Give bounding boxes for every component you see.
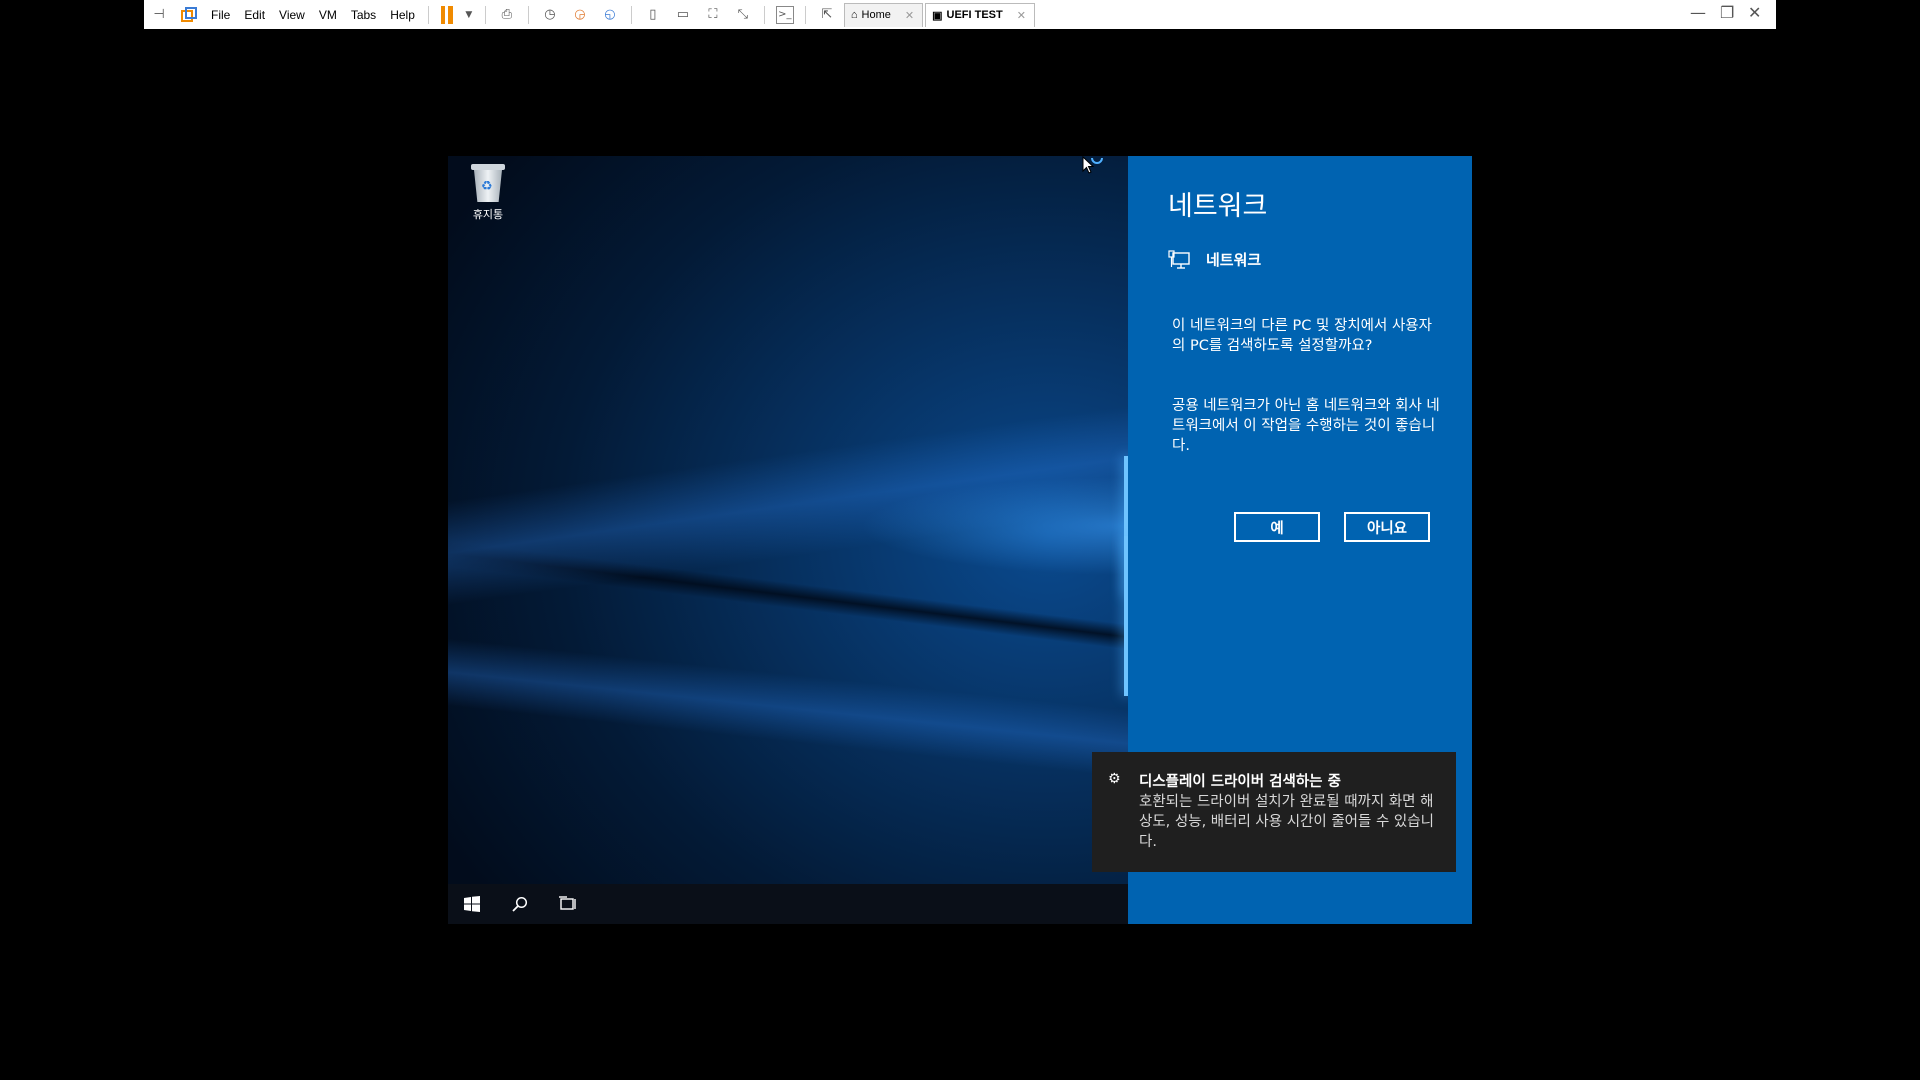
vm-icon: ▣ [932,9,943,22]
restore-icon[interactable]: ❐ [1720,3,1734,22]
start-icon[interactable] [462,894,482,914]
snapshot-manager-icon[interactable]: ◵ [600,5,620,25]
network-name: 네트워크 [1206,251,1262,269]
toast-title: 디스플레이 드라이버 검색하는 중 [1139,774,1341,790]
tab-label: Home [861,9,891,21]
pause-icon[interactable] [440,5,453,24]
close-tab-icon[interactable]: ✕ [905,9,914,22]
thumbnail-bar-icon[interactable]: ▭ [673,5,693,25]
separator [804,5,806,24]
unpin-icon[interactable]: ⊣ [149,5,169,25]
recycle-bin-icon: ♻ [471,164,505,202]
settings-gear-icon: ⚙ [1108,771,1121,787]
send-ctrl-alt-del-icon[interactable]: ⎙ [497,5,517,25]
revert-snapshot-icon[interactable]: ◶ [570,5,590,25]
discovery-advice: 공용 네트워크가 아닌 홈 네트워크와 회사 네트워크에서 이 작업을 수행하는… [1172,398,1440,454]
panel-title: 네트워크 [1168,191,1268,222]
stretch-guest-icon[interactable]: ⇱ [817,5,837,25]
menu-edit[interactable]: Edit [237,8,272,22]
menu-vm[interactable]: VM [312,8,344,22]
tab-home[interactable]: ⌂ Home ✕ [843,2,924,27]
toast-body: 호환되는 드라이버 설치가 완료될 때까지 화면 해상도, 성능, 배터리 사용… [1139,794,1434,850]
no-button[interactable]: 아니요 [1344,512,1430,542]
taskbar [448,884,1128,924]
yes-button[interactable]: 예 [1234,512,1320,542]
task-view-icon[interactable] [558,894,578,914]
separator [427,5,429,24]
recycle-bin[interactable]: ♻ 휴지통 [458,164,518,222]
unity-icon[interactable]: ⤡ [733,5,753,25]
separator [630,5,632,24]
ethernet-icon [1168,249,1190,269]
home-icon: ⌂ [850,9,858,21]
notification-toast[interactable]: ⚙ 디스플레이 드라이버 검색하는 중 호환되는 드라이버 설치가 완료될 때까… [1092,752,1456,872]
separator [527,5,529,24]
dropdown-arrow-icon[interactable]: ▼ [464,5,474,25]
vm-guest-screen[interactable]: ♻ 휴지통 네트워크 네트워크 이 네트워크의 다른 PC 및 장치에서 사용자… [448,156,1472,924]
separator [763,5,765,24]
windows-desktop[interactable]: ♻ 휴지통 [448,156,1128,924]
tab-label: UEFI TEST [946,9,1003,21]
network-item: 네트워크 [1168,249,1261,270]
vmware-toolbar: ⊣ File Edit View VM Tabs Help ▼ ⎙ ◷ ◶ ◵ … [144,0,1776,29]
menu-help[interactable]: Help [383,8,422,22]
close-tab-icon[interactable]: ✕ [1017,9,1026,22]
show-library-icon[interactable]: ▯ [643,5,663,25]
discovery-question: 이 네트워크의 다른 PC 및 장치에서 사용자의 PC를 검색하도록 설정할까… [1172,318,1432,354]
menu-view[interactable]: View [272,8,312,22]
separator [484,5,486,24]
search-icon[interactable] [510,894,530,914]
minimize-icon[interactable]: — [1690,3,1706,22]
vmware-logo-icon[interactable] [179,5,199,25]
close-window-icon[interactable]: ✕ [1748,3,1761,22]
console-view-icon[interactable]: >_ [775,5,794,24]
snapshot-icon[interactable]: ◷ [540,5,560,25]
tab-uefi-test[interactable]: ▣ UEFI TEST ✕ [925,2,1035,27]
full-screen-icon[interactable]: ⛶ [703,5,723,25]
recycle-bin-label: 휴지통 [472,208,504,221]
menu-tabs[interactable]: Tabs [344,8,383,22]
loading-spinner-icon [1091,157,1103,164]
menu-file[interactable]: File [204,8,237,22]
